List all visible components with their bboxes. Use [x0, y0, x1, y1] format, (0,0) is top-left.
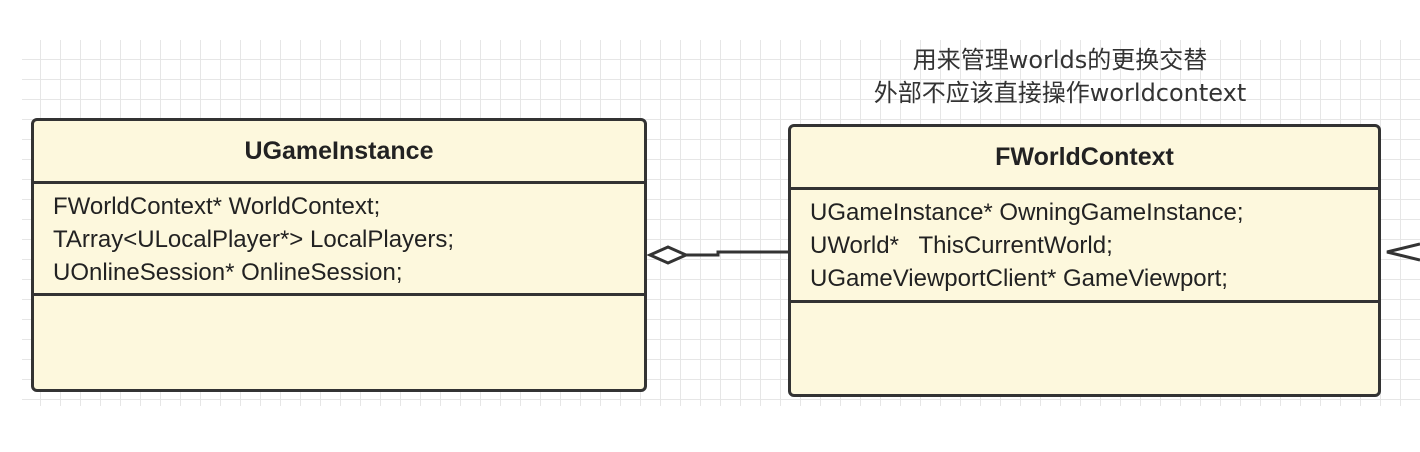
connector-line[interactable]: [686, 250, 788, 257]
aggregation-connector[interactable]: [646, 245, 788, 265]
offscreen-aggregation-connector: [1386, 242, 1420, 262]
partial-diamond: [1386, 242, 1420, 262]
connectors-layer: [646, 242, 1420, 265]
aggregation-diamond: [646, 245, 690, 265]
